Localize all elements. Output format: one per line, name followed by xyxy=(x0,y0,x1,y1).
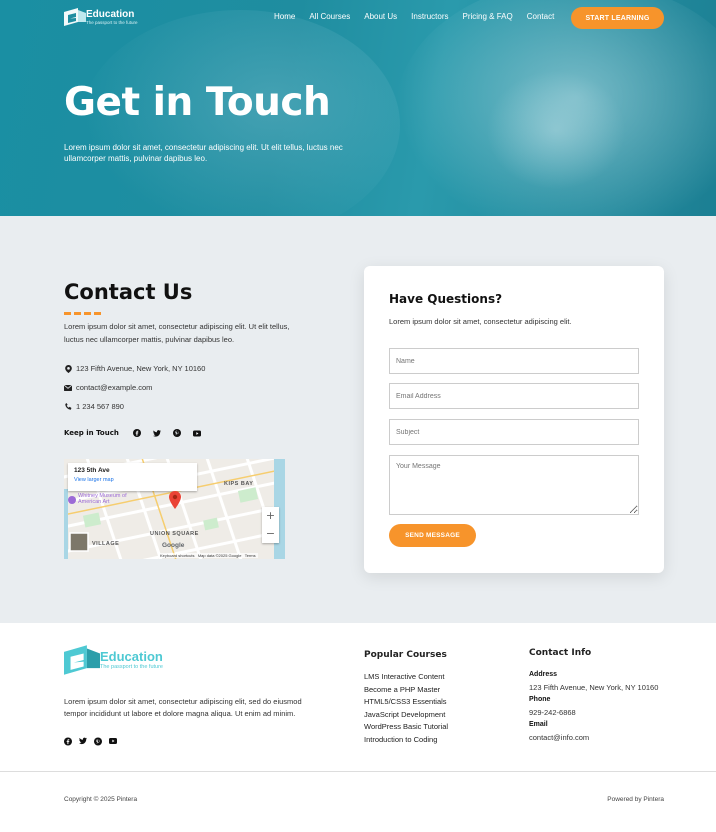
map-label-village: VILLAGE xyxy=(92,541,120,547)
nav-instructors[interactable]: Instructors xyxy=(411,12,448,21)
phone-icon xyxy=(64,403,72,411)
logo-name: Education xyxy=(86,8,135,20)
footer-description: Lorem ipsum dolor sit amet, consectetur … xyxy=(64,697,302,718)
footer-twitter-icon[interactable] xyxy=(79,737,87,745)
footer-phone[interactable]: 929-242-6868 xyxy=(529,708,576,717)
footer-phone-label: Phone xyxy=(529,696,551,703)
email-input[interactable] xyxy=(389,383,639,409)
zoom-in-button[interactable]: + xyxy=(262,507,279,525)
form-description: Lorem ipsum dolor sit amet, consectetur … xyxy=(389,317,572,326)
contact-email-text: contact@example.com xyxy=(76,383,153,392)
course-link[interactable]: JavaScript Development xyxy=(364,710,445,719)
envelope-icon xyxy=(64,384,72,392)
contact-form-card: Have Questions? Lorem ipsum dolor sit am… xyxy=(364,266,664,573)
footer-social-links xyxy=(64,737,124,745)
contact-phone[interactable]: 1 234 567 890 xyxy=(64,402,124,411)
contact-section: Contact Us Lorem ipsum dolor sit amet, c… xyxy=(0,216,716,623)
footer-youtube-icon[interactable] xyxy=(109,737,117,745)
footer-pinterest-icon[interactable] xyxy=(94,737,102,745)
hero-section: Education The passport to the future Hom… xyxy=(0,0,716,216)
contact-info-title: Contact Info xyxy=(529,648,592,658)
subject-input[interactable] xyxy=(389,419,639,445)
logo-mark-icon xyxy=(64,8,86,26)
page-title: Get in Touch xyxy=(64,80,331,125)
map-place-name: 123 5th Ave xyxy=(74,467,110,474)
copyright-text: Copyright © 2025 Pintera xyxy=(64,796,138,803)
twitter-icon[interactable] xyxy=(152,429,161,437)
main-nav: Home All Courses About Us Instructors Pr… xyxy=(274,12,568,21)
map-label-union-square: UNION SQUARE xyxy=(150,531,199,537)
footer-facebook-icon[interactable] xyxy=(64,737,72,745)
view-larger-map-link[interactable]: View larger map xyxy=(74,477,191,483)
footer-logo-tagline: The passport to the future xyxy=(100,663,163,670)
social-links: Keep in Touch xyxy=(64,429,213,437)
google-logo: Google xyxy=(162,542,185,549)
nav-all-courses[interactable]: All Courses xyxy=(309,12,350,21)
footer-divider xyxy=(0,771,716,772)
map-data-text: Map data ©2025 Google xyxy=(197,553,242,558)
footer-logo-name: Education xyxy=(100,648,163,664)
map-label-museum: Whitney Museum of American Art xyxy=(78,493,127,505)
powered-by-text: Powered by Pintera xyxy=(607,796,664,803)
facebook-icon[interactable] xyxy=(132,429,141,437)
course-link[interactable]: HTML5/CSS3 Essentials xyxy=(364,697,447,706)
contact-phone-text: 1 234 567 890 xyxy=(76,402,124,411)
name-input[interactable] xyxy=(389,348,639,374)
footer-email-label: Email xyxy=(529,721,548,728)
form-title: Have Questions? xyxy=(389,292,503,306)
hero-background-highlight xyxy=(486,70,626,190)
logo-tagline: The passport to the future xyxy=(86,19,138,25)
map-marker-icon xyxy=(169,491,181,509)
footer-logo[interactable]: Education The passport to the future xyxy=(64,645,163,675)
nav-contact[interactable]: Contact xyxy=(527,12,555,21)
contact-email[interactable]: contact@example.com xyxy=(64,383,152,392)
course-link[interactable]: Become a PHP Master xyxy=(364,685,440,694)
contact-address: 123 Fifth Avenue, New York, NY 10160 xyxy=(64,364,205,373)
contact-description: Lorem ipsum dolor sit amet, consectetur … xyxy=(64,322,290,344)
location-map[interactable]: 123 5th Ave View larger map Whitney Muse… xyxy=(64,459,285,559)
footer-logo-mark-icon xyxy=(64,645,100,675)
hero-description: Lorem ipsum dolor sit amet, consectetur … xyxy=(64,143,343,163)
course-link[interactable]: LMS Interactive Content xyxy=(364,672,444,681)
footer-address: 123 Fifth Avenue, New York, NY 10160 xyxy=(529,683,659,692)
map-place-card: 123 5th Ave View larger map xyxy=(68,463,197,491)
map-zoom-controls: + − xyxy=(262,507,279,543)
footer-logo-text: Education The passport to the future xyxy=(100,648,163,671)
map-footer: Keyboard shortcuts Map data ©2025 Google… xyxy=(158,553,258,558)
youtube-icon[interactable] xyxy=(192,429,201,437)
footer-address-label: Address xyxy=(529,671,558,678)
contact-address-text: 123 Fifth Avenue, New York, NY 10160 xyxy=(76,364,206,373)
site-logo[interactable]: Education The passport to the future xyxy=(64,8,138,26)
title-underline xyxy=(64,312,104,315)
zoom-out-button[interactable]: − xyxy=(262,525,279,543)
map-terms-link[interactable]: Terms xyxy=(245,553,256,558)
nav-pricing-faq[interactable]: Pricing & FAQ xyxy=(463,12,513,21)
nav-home[interactable]: Home xyxy=(274,12,295,21)
keyboard-shortcuts-link[interactable]: Keyboard shortcuts xyxy=(160,553,194,558)
logo-text: Education The passport to the future xyxy=(86,9,138,26)
course-link[interactable]: Introduction to Coding xyxy=(364,735,437,744)
keep-in-touch-label: Keep in Touch xyxy=(64,429,119,437)
museum-pin-icon xyxy=(68,496,76,504)
map-pin-icon xyxy=(64,364,72,373)
start-learning-button[interactable]: START LEARNING xyxy=(571,7,664,29)
footer-email[interactable]: contact@info.com xyxy=(529,733,589,742)
map-label-kips-bay: KIPS BAY xyxy=(224,481,254,487)
popular-courses-list: LMS Interactive Content Become a PHP Mas… xyxy=(364,671,448,746)
pinterest-icon[interactable] xyxy=(172,429,181,437)
contact-title: Contact Us xyxy=(64,280,193,304)
nav-about-us[interactable]: About Us xyxy=(364,12,397,21)
message-textarea[interactable] xyxy=(389,455,639,515)
send-message-button[interactable]: SEND MESSAGE xyxy=(389,524,476,547)
course-link[interactable]: WordPress Basic Tutorial xyxy=(364,722,448,731)
site-footer: Education The passport to the future Lor… xyxy=(0,623,716,832)
popular-courses-title: Popular Courses xyxy=(364,650,447,660)
